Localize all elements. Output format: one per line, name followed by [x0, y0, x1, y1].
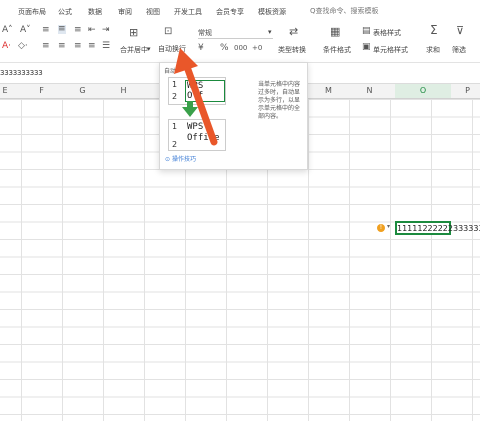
- filter-icon[interactable]: ⊽: [456, 25, 464, 36]
- wrap-text-tooltip: 自动 1 2 WPS Off 1 2 WPS Office 当单元格中内容过多时…: [159, 62, 308, 170]
- active-cell-text: 1111122222233333333: [397, 224, 480, 233]
- tooltip-description: 当单元格中内容过多时，自动显示为多行，以显示单元格中的全部内容。: [258, 81, 301, 120]
- column-header-g[interactable]: G: [62, 86, 103, 95]
- align-middle-icon[interactable]: ≡: [58, 25, 66, 34]
- clear-format-icon[interactable]: ◇·: [18, 42, 28, 51]
- column-header-n[interactable]: N: [349, 86, 390, 95]
- merge-dropdown-icon[interactable]: ▾: [147, 45, 151, 53]
- menu-member[interactable]: 会员专享: [216, 7, 244, 17]
- tooltip-title: 自动: [164, 68, 177, 75]
- sum-icon[interactable]: Σ: [430, 24, 438, 36]
- align-center-icon[interactable]: ≡: [58, 42, 66, 51]
- menu-page-layout[interactable]: 页面布局: [18, 7, 46, 17]
- before-row-1: 1: [172, 80, 178, 89]
- play-icon: ⊙: [165, 156, 172, 163]
- currency-icon[interactable]: ¥: [198, 44, 204, 53]
- type-convert-icon[interactable]: ⇄: [289, 26, 298, 37]
- align-left-icon[interactable]: ≡: [42, 42, 50, 51]
- decimal-icon[interactable]: +0: [252, 44, 262, 53]
- after-cell-line-2: Office: [187, 133, 220, 143]
- align-top-icon[interactable]: ≡: [42, 26, 50, 35]
- after-example: 1 2 WPS Office: [168, 119, 226, 151]
- cell-style-button[interactable]: 单元格样式: [373, 45, 408, 55]
- font-color-icon[interactable]: A·: [2, 42, 11, 51]
- justify-icon[interactable]: ≡: [88, 42, 96, 51]
- wrap-text-button[interactable]: 自动换行: [158, 44, 186, 54]
- thousands-icon[interactable]: 000: [234, 44, 247, 53]
- search-input[interactable]: Q查找命令、搜索模板: [310, 6, 379, 16]
- menu-formula[interactable]: 公式: [58, 7, 72, 17]
- filter-button[interactable]: 筛选: [452, 45, 466, 55]
- after-row-2: 2: [172, 140, 178, 149]
- column-header-m[interactable]: M: [308, 86, 349, 95]
- sum-button[interactable]: 求和: [426, 45, 440, 55]
- column-header-f[interactable]: F: [21, 86, 62, 95]
- after-cell-line-1: WPS: [187, 122, 204, 132]
- column-header-o[interactable]: O: [395, 84, 451, 98]
- percent-icon[interactable]: %: [220, 44, 229, 53]
- tips-link-label: 操作技巧: [171, 156, 196, 163]
- column-header-e[interactable]: E: [0, 86, 10, 95]
- warning-icon[interactable]: !: [377, 224, 385, 232]
- cell-style-icon[interactable]: ▣: [362, 43, 371, 52]
- column-header-p[interactable]: P: [455, 86, 480, 95]
- menu-bar: 页面布局 公式 数据 审阅 视图 开发工具 会员专享 模板资源 Q查找命令、搜索…: [0, 0, 480, 22]
- font-increase-icon[interactable]: A˄: [2, 26, 13, 35]
- wrap-text-icon[interactable]: ⊡: [164, 27, 172, 37]
- distributed-icon[interactable]: ☰: [102, 42, 110, 51]
- tips-link[interactable]: ⊙ 操作技巧: [165, 154, 196, 163]
- font-decrease-icon[interactable]: A˅: [20, 26, 31, 35]
- column-header-h[interactable]: H: [103, 86, 144, 95]
- merge-center-button[interactable]: 合并居中: [120, 45, 148, 55]
- warning-dropdown-icon[interactable]: ▾: [387, 223, 390, 230]
- align-bottom-icon[interactable]: ≡: [74, 26, 82, 35]
- down-arrow-stem: [187, 101, 193, 108]
- table-style-icon[interactable]: ▤: [362, 27, 371, 36]
- menu-review[interactable]: 审阅: [118, 7, 132, 17]
- formula-value[interactable]: 3333333333: [0, 69, 43, 77]
- before-cell: WPS Off: [185, 80, 225, 102]
- table-style-button[interactable]: 表格样式: [373, 28, 401, 38]
- align-right-icon[interactable]: ≡: [74, 42, 82, 51]
- number-format-dropdown-icon[interactable]: ▾: [268, 28, 272, 36]
- conditional-format-icon[interactable]: ▦: [330, 26, 340, 37]
- menu-developer[interactable]: 开发工具: [174, 7, 202, 17]
- conditional-format-button[interactable]: 条件格式: [323, 45, 351, 55]
- down-arrow-icon: [182, 107, 198, 117]
- indent-icon[interactable]: ⇤: [88, 26, 96, 35]
- before-example: 1 2 WPS Off: [168, 77, 226, 105]
- before-row-2: 2: [172, 92, 178, 101]
- menu-view[interactable]: 视图: [146, 7, 160, 17]
- type-convert-button[interactable]: 类型转换: [278, 45, 306, 55]
- outdent-icon[interactable]: ⇥: [102, 26, 110, 35]
- ribbon-toolbar: A˄ A˅ A· ◇· ≡ ≡ ≡ ⇤ ⇥ ≡ ≡ ≡ ≡ ☰ ⊞ 合并居中 ▾…: [0, 22, 480, 63]
- menu-templates[interactable]: 模板资源: [258, 7, 286, 17]
- menu-data[interactable]: 数据: [88, 7, 102, 17]
- after-row-1: 1: [172, 122, 178, 131]
- number-format-select[interactable]: 常规: [198, 28, 273, 39]
- merge-center-icon[interactable]: ⊞: [129, 27, 138, 38]
